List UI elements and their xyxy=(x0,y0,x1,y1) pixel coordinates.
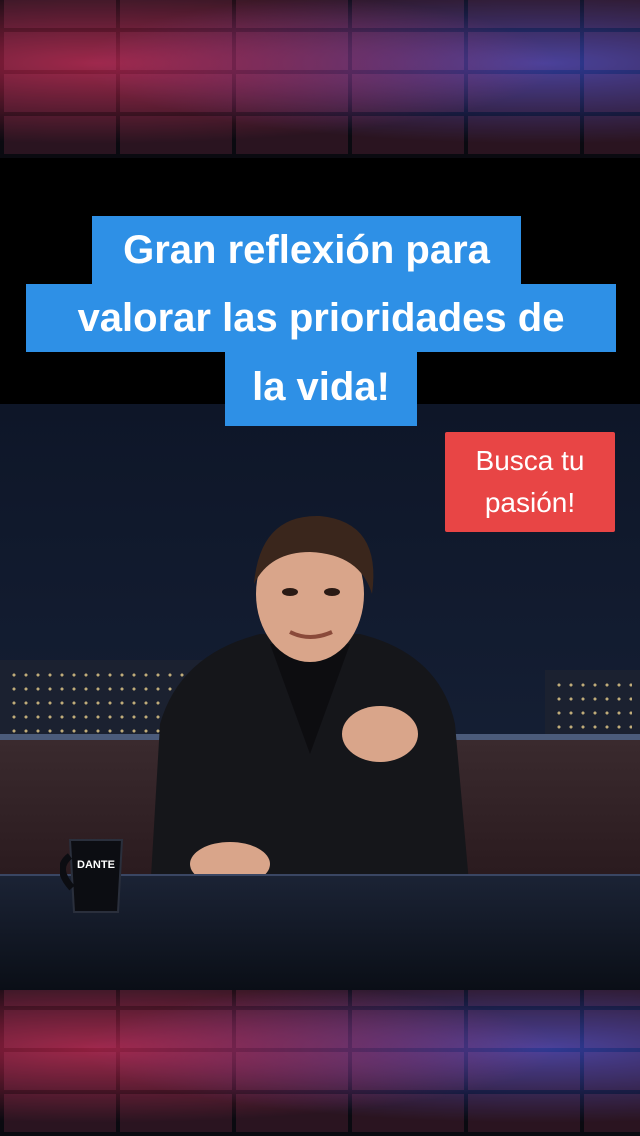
caption-line: Gran reflexión para xyxy=(92,216,521,284)
sticker-line: Busca tu xyxy=(475,445,585,476)
mug-label: DANTE xyxy=(77,859,115,871)
host-person xyxy=(150,515,470,894)
dante-mug: DANTE xyxy=(60,839,124,913)
caption-line: la vida! xyxy=(225,352,417,426)
sticker-line: pasión! xyxy=(484,487,576,518)
brick-wall-bottom-background xyxy=(0,990,640,1136)
brick-wall-top-background xyxy=(0,0,640,158)
text-sticker: Busca tu pasión! xyxy=(445,432,615,532)
caption-line: valorar las prioridades de xyxy=(26,284,616,352)
